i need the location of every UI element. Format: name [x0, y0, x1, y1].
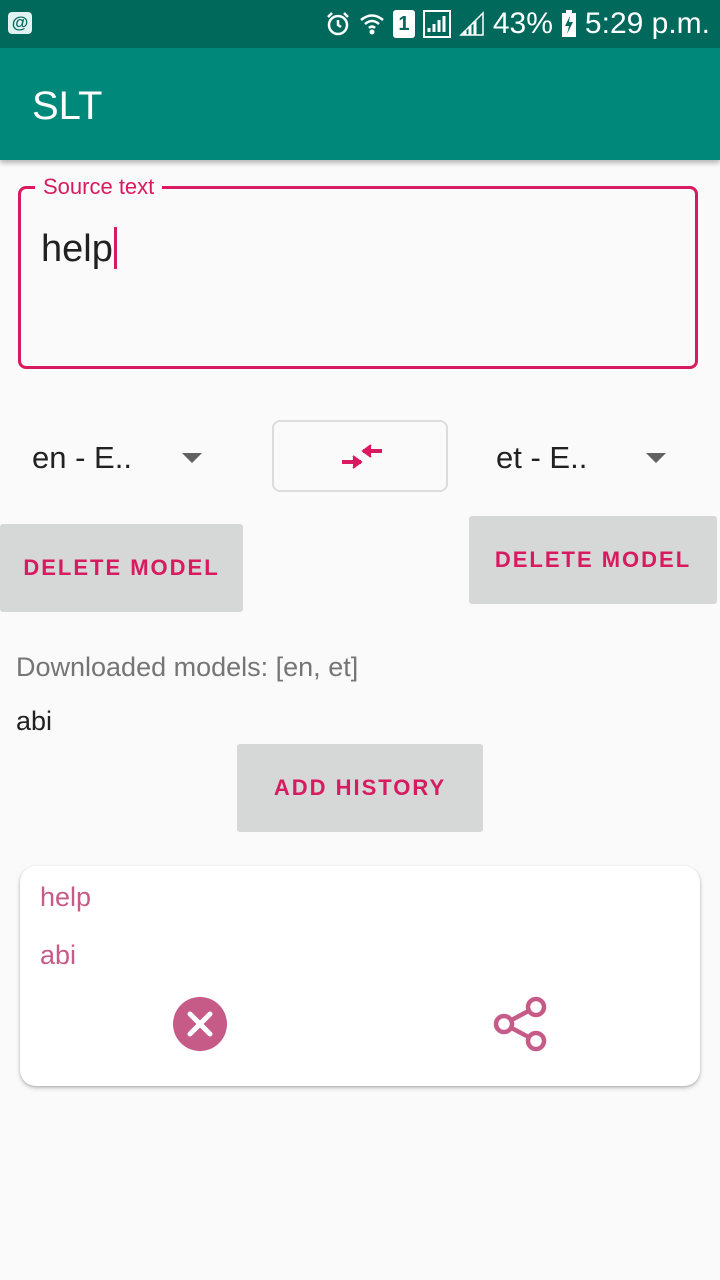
target-language-value: et - E..: [496, 440, 588, 475]
translation-output: abi: [16, 706, 53, 736]
battery-charging-icon: [561, 10, 576, 37]
source-language-spinner[interactable]: en - E..: [32, 430, 212, 486]
delete-source-model-label: DELETE MODEL: [23, 555, 220, 580]
clock: 5:29 p.m.: [584, 7, 710, 40]
target-language-spinner[interactable]: et - E..: [496, 430, 676, 486]
delete-target-model-button[interactable]: DELETE MODEL: [469, 516, 717, 604]
share-icon[interactable]: [492, 996, 548, 1052]
close-circle-icon[interactable]: [173, 997, 227, 1051]
downloaded-models-text: Downloaded models: [en, et]: [16, 652, 359, 682]
add-history-label: ADD HISTORY: [273, 775, 447, 800]
source-text-label: Source text: [35, 175, 163, 199]
alarm-icon: [326, 12, 349, 36]
cell-signal-icon: [459, 11, 484, 36]
add-history-button[interactable]: ADD HISTORY: [237, 744, 483, 832]
battery-percent: 43%: [492, 7, 553, 40]
source-text-input[interactable]: help: [41, 227, 117, 271]
history-source-text: help: [40, 882, 92, 912]
swap-arrows-icon: [342, 444, 382, 469]
app-bar: SLT: [0, 48, 720, 160]
source-text-field[interactable]: Source text help: [18, 175, 698, 369]
delete-source-model-button[interactable]: DELETE MODEL: [0, 524, 243, 612]
history-translation-text: abi: [40, 940, 77, 970]
app-title: SLT: [32, 84, 103, 128]
text-cursor: [113, 227, 117, 269]
swap-languages-button[interactable]: [272, 420, 448, 492]
wifi-icon: [360, 14, 384, 35]
status-bar: @ 1 43% 5:29 p.m.: [0, 0, 720, 48]
sim-slot-icon: 1: [392, 10, 415, 38]
dropdown-arrow-icon: [646, 453, 666, 463]
signal-box-icon: [422, 10, 451, 38]
status-icons: 1 43% 5:29 p.m.: [325, 0, 710, 48]
at-sign-icon: @: [8, 12, 32, 34]
source-text-value: help: [41, 228, 113, 270]
delete-target-model-label: DELETE MODEL: [494, 547, 692, 572]
source-language-value: en - E..: [32, 440, 132, 475]
history-card: help abi: [20, 866, 700, 1086]
dropdown-arrow-icon: [182, 453, 202, 463]
